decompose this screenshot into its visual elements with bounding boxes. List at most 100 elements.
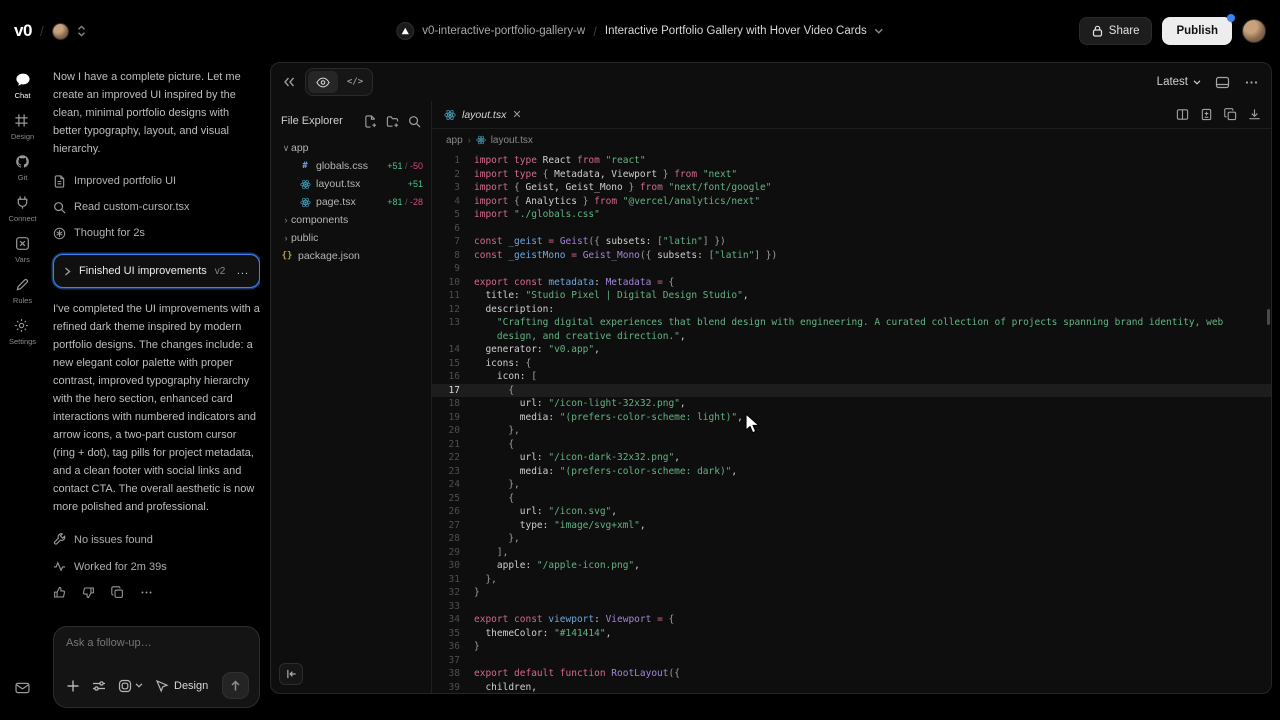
rail-item-design[interactable]: Design	[11, 113, 34, 141]
code-line[interactable]: 13 "Crafting digital experiences that bl…	[432, 316, 1271, 330]
code-line[interactable]: 11 title: "Studio Pixel | Digital Design…	[432, 289, 1271, 303]
collapse-explorer-icon[interactable]	[279, 663, 303, 685]
version-selector[interactable]: Latest	[1157, 76, 1201, 88]
code-line[interactable]: 27 type: "image/svg+xml",	[432, 519, 1271, 533]
collapse-panel-icon[interactable]	[283, 77, 295, 87]
file-diff-icon[interactable]	[1200, 108, 1213, 121]
code-line[interactable]: 26 url: "/icon.svg",	[432, 505, 1271, 519]
code-line[interactable]: 8const _geistMono = Geist_Mono({ subsets…	[432, 249, 1271, 263]
version-card[interactable]: Finished UI improvements v2 ...	[53, 254, 260, 288]
code-line-active[interactable]: 17 {	[432, 384, 1271, 398]
code-line[interactable]: 19 media: "(prefers-color-scheme: light)…	[432, 411, 1271, 425]
code-line[interactable]: 4import { Analytics } from "@vercel/anal…	[432, 195, 1271, 209]
code-line[interactable]: 1import type React from "react"	[432, 154, 1271, 168]
code-line[interactable]: 12 description:	[432, 303, 1271, 317]
step-doc[interactable]: Improved portfolio UI	[53, 168, 260, 194]
settings-sliders-icon[interactable]	[92, 679, 106, 693]
step-search[interactable]: Read custom-cursor.tsx	[53, 194, 260, 220]
code-line[interactable]: 7const _geist = Geist({ subsets: ["latin…	[432, 235, 1271, 249]
code-line[interactable]: 9	[432, 262, 1271, 276]
open-in-browser-icon[interactable]	[1215, 75, 1230, 90]
code-line[interactable]: 15 icons: {	[432, 357, 1271, 371]
v0-logo[interactable]: v0	[14, 21, 32, 41]
code-line[interactable]: 6	[432, 222, 1271, 236]
rail-item-settings[interactable]: Settings	[9, 318, 36, 346]
code-line[interactable]: 22 url: "/icon-dark-32x32.png",	[432, 451, 1271, 465]
step-thought[interactable]: Thought for 2s	[53, 220, 260, 246]
rail-item-git[interactable]: Git	[15, 154, 31, 182]
code-line[interactable]: 33	[432, 600, 1271, 614]
design-mode-button[interactable]: Design	[155, 679, 208, 693]
breadcrumb-folder[interactable]: app	[446, 135, 463, 146]
code-line[interactable]: 5import "./globals.css"	[432, 208, 1271, 222]
team-avatar[interactable]	[52, 23, 69, 40]
split-view-icon[interactable]	[1176, 108, 1189, 121]
download-icon[interactable]	[1248, 108, 1261, 121]
project-switcher-icon[interactable]	[77, 25, 86, 37]
code-line[interactable]: 20 },	[432, 424, 1271, 438]
new-file-icon[interactable]	[364, 115, 377, 128]
chat-scroll-area[interactable]: Now I have a complete picture. Let me cr…	[51, 68, 260, 626]
follow-up-input[interactable]	[66, 637, 249, 649]
copy-icon[interactable]	[111, 586, 124, 599]
rail-item-vars[interactable]: Vars	[15, 236, 31, 264]
share-button[interactable]: Share	[1079, 17, 1153, 45]
code-line[interactable]: 21 {	[432, 438, 1271, 452]
code-line[interactable]: 29 ],	[432, 546, 1271, 560]
code-line[interactable]: 31 },	[432, 573, 1271, 587]
code-line[interactable]: 10export const metadata: Metadata = {	[432, 276, 1271, 290]
publish-button[interactable]: Publish	[1162, 17, 1232, 45]
code-line[interactable]: 18 url: "/icon-light-32x32.png",	[432, 397, 1271, 411]
feedback-mail-icon[interactable]	[0, 682, 45, 694]
code-line[interactable]: 2import type { Metadata, Viewport } from…	[432, 168, 1271, 182]
code-line[interactable]: 23 media: "(prefers-color-scheme: dark)"…	[432, 465, 1271, 479]
new-folder-icon[interactable]	[386, 115, 399, 128]
preview-toggle-eye-icon[interactable]	[308, 71, 338, 93]
folder-app[interactable]: ∨app	[271, 139, 431, 157]
file-page-tsx[interactable]: page.tsx+81 / -28	[271, 193, 431, 211]
code-line[interactable]: 25 {	[432, 492, 1271, 506]
chevron-down-icon[interactable]	[875, 28, 884, 34]
code-line[interactable]: 34export const viewport: Viewport = {	[432, 613, 1271, 627]
model-selector[interactable]	[118, 679, 143, 693]
code-line[interactable]: 38export default function RootLayout({	[432, 667, 1271, 681]
code-line[interactable]: 16 icon: [	[432, 370, 1271, 384]
code-area[interactable]: 1import type React from "react"2import t…	[432, 151, 1271, 693]
close-tab-icon[interactable]: ✕	[512, 108, 521, 121]
scrollbar-thumb[interactable]	[1267, 309, 1270, 325]
thumbs-down-icon[interactable]	[82, 586, 95, 599]
code-line[interactable]: 37	[432, 654, 1271, 668]
code-line[interactable]: 28 },	[432, 532, 1271, 546]
code-toggle-icon[interactable]: </>	[340, 71, 370, 93]
search-files-icon[interactable]	[408, 115, 421, 128]
file-layout-tsx[interactable]: layout.tsx+51	[271, 175, 431, 193]
code-line[interactable]: 24 },	[432, 478, 1271, 492]
code-line[interactable]: 36}	[432, 640, 1271, 654]
more-options-icon[interactable]	[1244, 75, 1259, 90]
rail-item-connect[interactable]: Connect	[9, 195, 37, 223]
code-line[interactable]: 3import { Geist, Geist_Mono } from "next…	[432, 181, 1271, 195]
code-line[interactable]: 32}	[432, 586, 1271, 600]
code-line[interactable]: 30 apple: "/apple-icon.png",	[432, 559, 1271, 573]
chat-composer[interactable]: Design	[53, 626, 260, 708]
vercel-triangle-icon[interactable]	[396, 22, 414, 40]
more-options-icon[interactable]: ...	[237, 265, 249, 277]
rail-item-rules[interactable]: Rules	[13, 277, 32, 305]
step-wrench[interactable]: No issues found	[53, 526, 260, 553]
folder-components[interactable]: ›components	[271, 211, 431, 229]
more-options-icon[interactable]	[140, 586, 153, 599]
attach-plus-icon[interactable]	[66, 679, 80, 693]
code-line[interactable]: 35 themeColor: "#141414",	[432, 627, 1271, 641]
step-pulse[interactable]: Worked for 2m 39s	[53, 553, 260, 580]
folder-public[interactable]: ›public	[271, 229, 431, 247]
tab-layout-tsx[interactable]: layout.tsx ✕	[432, 101, 534, 128]
project-name[interactable]: v0-interactive-portfolio-gallery-w	[422, 25, 585, 37]
file-package-json[interactable]: {}package.json	[271, 247, 431, 265]
code-line[interactable]: 39 children,	[432, 681, 1271, 694]
breadcrumb-file[interactable]: layout.tsx	[491, 135, 533, 146]
thumbs-up-icon[interactable]	[53, 586, 66, 599]
rail-item-chat[interactable]: Chat	[15, 72, 31, 100]
code-line[interactable]: design, and creative direction.",	[432, 330, 1271, 344]
code-line[interactable]: 14 generator: "v0.app",	[432, 343, 1271, 357]
chat-title[interactable]: Interactive Portfolio Gallery with Hover…	[605, 25, 867, 37]
